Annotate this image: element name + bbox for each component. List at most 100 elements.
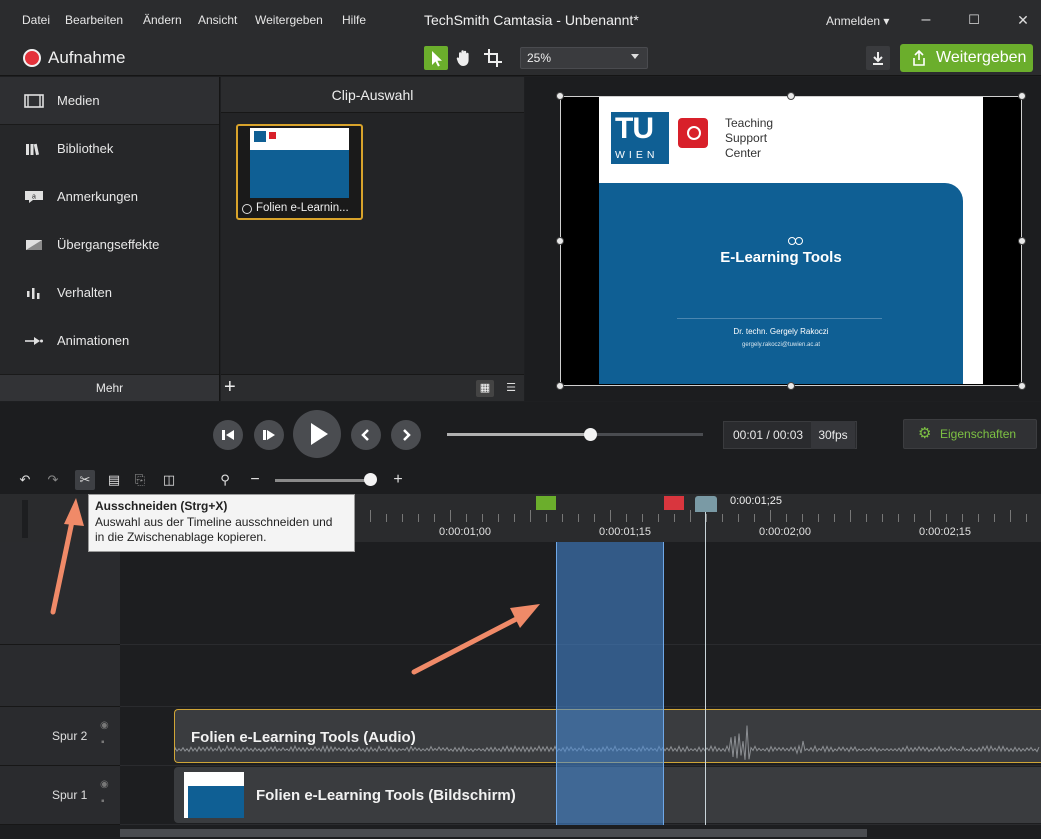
- resize-handle-b[interactable]: [787, 382, 795, 390]
- ruler-tick: [802, 514, 803, 522]
- add-media-button[interactable]: +: [224, 376, 244, 400]
- track-header-spur-1[interactable]: Spur 1 ◉ ▪: [0, 766, 120, 825]
- sidebar-item-label: Anmerkungen: [57, 189, 138, 204]
- selection-start-marker[interactable]: [536, 496, 556, 510]
- svg-text:a: a: [32, 194, 36, 201]
- resize-handle-t[interactable]: [787, 92, 795, 100]
- timeline-scrollbar[interactable]: [120, 829, 867, 837]
- ruler-tick: [626, 514, 627, 522]
- ruler-tick: [530, 510, 531, 522]
- resize-handle-l[interactable]: [556, 237, 564, 245]
- gear-icon: ⚙: [918, 425, 932, 442]
- properties-button[interactable]: ⚙ Eigenschaften: [903, 419, 1037, 449]
- resize-handle-r[interactable]: [1018, 237, 1026, 245]
- sidebar-item-uebergangseffekte[interactable]: Übergangseffekte: [0, 221, 219, 269]
- scrubber-progress: [447, 433, 590, 436]
- clip-bin-footer: + ▦ ☰: [221, 374, 524, 401]
- resize-handle-br[interactable]: [1018, 382, 1026, 390]
- scrubber-knob[interactable]: [584, 428, 597, 441]
- sidebar-item-animationen[interactable]: Animationen: [0, 317, 219, 365]
- ruler-tick: [722, 514, 723, 522]
- selection-end-marker[interactable]: [664, 496, 684, 510]
- playback-scrubber[interactable]: [447, 428, 703, 441]
- track-name: Spur 1: [52, 788, 88, 802]
- resize-handle-bl[interactable]: [556, 382, 564, 390]
- tsc-logo-mini: [269, 132, 276, 139]
- sidebar-item-label: Verhalten: [57, 285, 112, 300]
- resize-handle-tl[interactable]: [556, 92, 564, 100]
- download-button[interactable]: [866, 46, 890, 70]
- more-button[interactable]: Mehr: [0, 374, 219, 401]
- playhead-handle[interactable]: [695, 496, 717, 512]
- zoom-in-icon[interactable]: +: [388, 470, 408, 490]
- timeline-zoom-knob[interactable]: [364, 473, 377, 486]
- title-bar: Datei Bearbeiten Ändern Ansicht Weiterge…: [0, 0, 1041, 40]
- eye-icon[interactable]: ◉: [100, 720, 109, 731]
- properties-label: Eigenschaften: [940, 427, 1017, 441]
- canvas-frame[interactable]: TU WIEN Teaching Support Center E-Learni…: [556, 92, 1026, 390]
- paste-icon[interactable]: ⎘: [130, 470, 150, 490]
- lock-icon[interactable]: ▪: [101, 796, 105, 807]
- previous-marker-icon[interactable]: [351, 420, 381, 450]
- maximize-button[interactable]: ☐: [962, 8, 986, 32]
- select-tool-icon[interactable]: [424, 46, 448, 70]
- resize-handle-tr[interactable]: [1018, 92, 1026, 100]
- menu-datei[interactable]: Datei: [22, 13, 50, 27]
- menu-hilfe[interactable]: Hilfe: [342, 13, 366, 27]
- sidebar-item-bibliothek[interactable]: Bibliothek: [0, 125, 219, 173]
- record-icon[interactable]: [23, 49, 41, 67]
- share-button[interactable]: Weitergeben: [900, 44, 1033, 72]
- menu-ansicht[interactable]: Ansicht: [198, 13, 237, 27]
- cut-icon[interactable]: ✂: [75, 470, 95, 490]
- lock-icon[interactable]: ▪: [101, 737, 105, 748]
- rotate-handle-icon[interactable]: [787, 236, 805, 246]
- ruler-tick: [882, 514, 883, 522]
- sidebar-item-anmerkungen[interactable]: a Anmerkungen: [0, 173, 219, 221]
- tooltip-title: Ausschneiden (Strg+X): [95, 499, 228, 513]
- list-view-icon[interactable]: ☰: [502, 380, 520, 397]
- ruler-tick: [658, 514, 659, 522]
- ruler-label: 0:00:01;00: [439, 526, 491, 538]
- sidebar-item-verhalten[interactable]: Verhalten: [0, 269, 219, 317]
- signin-dropdown[interactable]: Anmelden ▾: [826, 14, 889, 28]
- step-back-icon[interactable]: [213, 420, 243, 450]
- grid-view-icon[interactable]: ▦: [476, 380, 494, 397]
- zoom-value: 25%: [527, 51, 552, 65]
- ruler-tick: [642, 514, 643, 522]
- behavior-icon: [24, 286, 44, 300]
- sidebar-item-label: Medien: [57, 93, 100, 108]
- menu-aendern[interactable]: Ändern: [143, 13, 182, 27]
- menu-weitergeben[interactable]: Weitergeben: [255, 13, 323, 27]
- timeline-zoom-slider[interactable]: [275, 479, 375, 482]
- step-forward-icon[interactable]: [254, 420, 284, 450]
- crop-tool-icon[interactable]: [481, 46, 505, 70]
- ruler-tick: [834, 514, 835, 522]
- tooltip-text: in die Zwischenablage kopieren.: [95, 530, 267, 544]
- track-height-slider[interactable]: [22, 500, 28, 538]
- slide-band-mini: [250, 150, 349, 198]
- track-header-spur-2[interactable]: Spur 2 ◉ ▪: [0, 707, 120, 766]
- sidebar-item-medien[interactable]: Medien: [0, 77, 219, 125]
- zoom-out-icon[interactable]: −: [245, 470, 265, 490]
- split-icon[interactable]: ◫: [159, 470, 179, 490]
- close-button[interactable]: ✕: [1011, 8, 1035, 32]
- track-name: Spur 2: [52, 729, 88, 743]
- record-button[interactable]: Aufnahme: [48, 48, 126, 68]
- pan-tool-icon[interactable]: [452, 46, 476, 70]
- ruler-tick: [610, 510, 611, 522]
- ruler-tick: [690, 510, 691, 522]
- timeline-selection[interactable]: [556, 542, 664, 825]
- ruler-tick: [930, 510, 931, 522]
- eye-icon[interactable]: ◉: [100, 779, 109, 790]
- undo-icon[interactable]: ↶: [15, 470, 35, 490]
- copy-icon[interactable]: ▤: [104, 470, 124, 490]
- minimize-button[interactable]: –: [914, 8, 938, 32]
- playhead-line: [705, 512, 706, 825]
- media-clip-thumbnail[interactable]: Folien e-Learnin...: [236, 124, 363, 220]
- canvas-zoom-select[interactable]: 25%: [520, 47, 648, 69]
- next-marker-icon[interactable]: [391, 420, 421, 450]
- play-icon[interactable]: [293, 410, 341, 458]
- redo-icon[interactable]: ↷: [43, 470, 63, 490]
- menu-bearbeiten[interactable]: Bearbeiten: [65, 13, 123, 27]
- main-toolbar: Aufnahme 25% Weitergeben: [0, 40, 1041, 76]
